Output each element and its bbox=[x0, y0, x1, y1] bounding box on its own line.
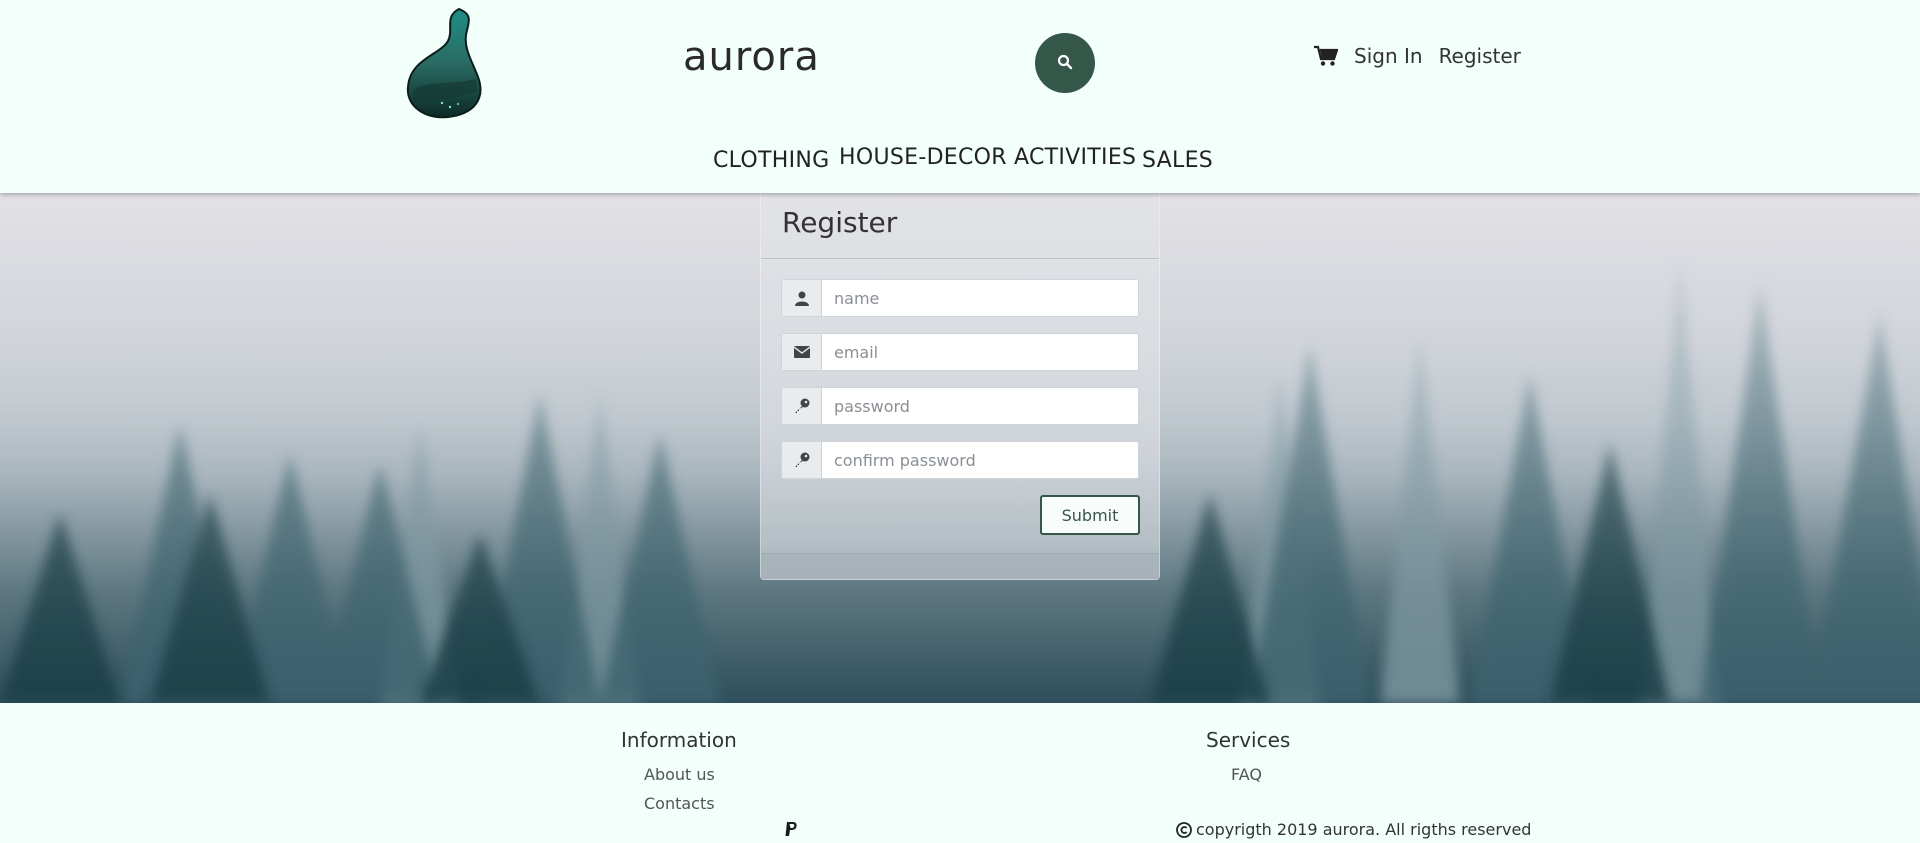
main-nav: CLOTHING HOUSE-DECOR ACTIVITIES SALES bbox=[0, 140, 1920, 180]
copyright: copyrigth 2019 aurora. All rigths reserv… bbox=[1176, 820, 1531, 839]
name-field-group bbox=[781, 279, 1139, 317]
nav-item-clothing[interactable]: CLOTHING bbox=[713, 148, 830, 173]
nav-item-house-decor[interactable]: HOUSE-DECOR bbox=[839, 145, 1007, 170]
panel-header: Register bbox=[761, 193, 1159, 259]
key-icon bbox=[782, 442, 822, 478]
header-actions: Sign In Register bbox=[1314, 44, 1537, 68]
user-icon bbox=[782, 280, 822, 316]
search-icon bbox=[1057, 54, 1073, 73]
envelope-icon bbox=[782, 334, 822, 370]
contacts-link[interactable]: Contacts bbox=[644, 794, 715, 813]
services-heading: Services bbox=[1206, 728, 1291, 752]
copyright-text: copyrigth 2019 aurora. All rigths reserv… bbox=[1196, 820, 1532, 839]
register-link[interactable]: Register bbox=[1439, 44, 1521, 68]
faq-link[interactable]: FAQ bbox=[1231, 765, 1262, 784]
about-us-link[interactable]: About us bbox=[644, 765, 715, 784]
key-icon bbox=[782, 388, 822, 424]
site-header: aurora Sign In Register CLOTHING HOUSE-D… bbox=[0, 0, 1920, 193]
logo[interactable] bbox=[404, 7, 486, 119]
search-button[interactable] bbox=[1035, 33, 1095, 93]
nav-item-sales[interactable]: SALES bbox=[1142, 148, 1213, 173]
confirm-password-input[interactable] bbox=[822, 442, 1138, 478]
panel-footer bbox=[761, 553, 1159, 579]
site-footer: Information About us Contacts Services F… bbox=[0, 703, 1920, 843]
email-input[interactable] bbox=[822, 334, 1138, 370]
email-field-group bbox=[781, 333, 1139, 371]
submit-button[interactable]: Submit bbox=[1040, 495, 1140, 535]
information-heading: Information bbox=[621, 728, 737, 752]
sign-in-link[interactable]: Sign In bbox=[1354, 44, 1423, 68]
brand-name[interactable]: aurora bbox=[683, 34, 820, 80]
password-field-group bbox=[781, 387, 1139, 425]
cart-icon[interactable] bbox=[1314, 45, 1339, 67]
confirm-password-field-group bbox=[781, 441, 1139, 479]
copyright-icon bbox=[1176, 821, 1192, 838]
register-panel: Register name email Submit bbox=[760, 193, 1160, 580]
nav-item-activities[interactable]: ACTIVITIES bbox=[1014, 145, 1136, 170]
paypal-icon bbox=[784, 821, 798, 837]
password-input[interactable] bbox=[822, 388, 1138, 424]
register-title: Register bbox=[782, 206, 898, 239]
name-input[interactable] bbox=[822, 280, 1138, 316]
